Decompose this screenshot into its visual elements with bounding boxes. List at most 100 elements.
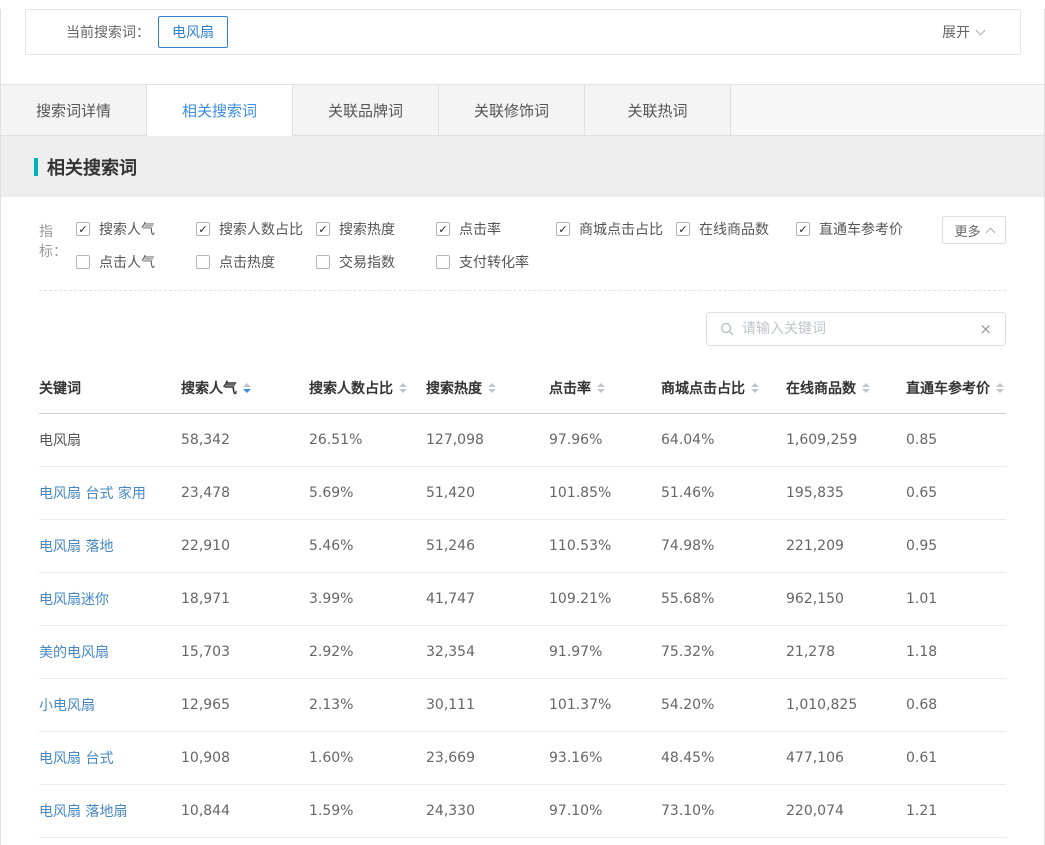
table-header: 关键词 搜索人气 搜索人数占比 搜索热度 点击率 商城点击占比 在 xyxy=(39,365,1006,414)
metric-checkbox-item[interactable]: ✓ 商城点击占比 xyxy=(556,219,676,239)
value-cell: 48.45% xyxy=(661,750,786,766)
filters-rows: ✓ 搜索人气 ✓ 搜索人数占比 ✓ 搜索热度 ✓ 点击率 ✓ 商城点击占比 ✓ … xyxy=(76,219,1006,285)
value-cell: 75.32% xyxy=(661,644,786,660)
table-row: 电风扇 58,34226.51%127,09897.96%64.04%1,609,… xyxy=(39,414,1006,467)
checkbox xyxy=(196,255,210,269)
metric-checkbox-item[interactable]: ✓ 在线商品数 xyxy=(676,219,796,239)
tab-1[interactable]: 相关搜索词 xyxy=(147,85,293,136)
column-header-label: 搜索热度 xyxy=(426,378,482,398)
checkbox-label: 点击率 xyxy=(459,219,501,239)
keyword-link[interactable]: 电风扇 落地 xyxy=(39,539,113,555)
value-cell: 26.51% xyxy=(309,432,426,448)
metric-checkbox-item[interactable]: ✓ 搜索人气 xyxy=(76,219,196,239)
metric-checkbox-item[interactable]: ✓ 搜索热度 xyxy=(316,219,436,239)
search-input[interactable] xyxy=(742,321,973,337)
expand-toggle[interactable]: 展开 xyxy=(942,22,984,42)
checkbox xyxy=(76,255,90,269)
value-cell: 5.46% xyxy=(309,538,426,554)
value-cell: 64.04% xyxy=(661,432,786,448)
checkbox: ✓ xyxy=(796,222,810,236)
sort-icon xyxy=(399,383,407,393)
value-cell: 10,844 xyxy=(181,803,309,819)
metric-checkbox-item[interactable]: ✓ 搜索人数占比 xyxy=(196,219,316,239)
expand-label: 展开 xyxy=(942,22,970,42)
more-button[interactable]: 更多 xyxy=(942,216,1006,244)
value-cell: 1.60% xyxy=(309,750,426,766)
keyword-link[interactable]: 美的电风扇 xyxy=(39,645,109,661)
keyword-link[interactable]: 小电风扇 xyxy=(39,698,95,714)
keyword-cell: 美的电风扇 xyxy=(39,642,181,662)
keyword-link[interactable]: 电风扇迷你 xyxy=(39,592,109,608)
keyword-cell: 电风扇 台式 xyxy=(39,748,181,768)
sort-caret-down-icon xyxy=(243,389,251,393)
divider xyxy=(39,290,1006,291)
value-cell: 3.99% xyxy=(309,591,426,607)
sort-icon xyxy=(862,383,870,393)
value-cell: 97.96% xyxy=(549,432,661,448)
metric-checkbox-item[interactable]: ✓ 直通车参考价 xyxy=(796,219,916,239)
value-cell: 51.46% xyxy=(661,485,786,501)
keyword-link[interactable]: 电风扇 台式 xyxy=(39,751,113,767)
search-row: × xyxy=(39,312,1006,346)
tab-4[interactable]: 关联热词 xyxy=(585,85,731,136)
value-cell: 0.95 xyxy=(906,538,1006,554)
column-header-4[interactable]: 点击率 xyxy=(549,378,661,398)
value-cell: 962,150 xyxy=(786,591,906,607)
tab-3[interactable]: 关联修饰词 xyxy=(439,85,585,136)
metric-checkbox-item[interactable]: ✓ 点击率 xyxy=(436,219,556,239)
value-cell: 51,246 xyxy=(426,538,549,554)
value-cell: 0.61 xyxy=(906,750,1006,766)
page: 当前搜索词： 电风扇 展开 搜索词详情相关搜索词关联品牌词关联修饰词关联热词 相… xyxy=(0,9,1045,845)
value-cell: 110.53% xyxy=(549,538,661,554)
metric-checkbox-item[interactable]: 点击人气 xyxy=(76,252,196,272)
value-cell: 109.21% xyxy=(549,591,661,607)
column-header-2[interactable]: 搜索人数占比 xyxy=(309,378,426,398)
current-search-bar: 当前搜索词： 电风扇 展开 xyxy=(25,9,1021,55)
column-header-6[interactable]: 在线商品数 xyxy=(786,378,906,398)
sort-caret-down-icon xyxy=(488,389,496,393)
current-term-tag[interactable]: 电风扇 xyxy=(158,16,228,48)
column-header-3[interactable]: 搜索热度 xyxy=(426,378,549,398)
table-row: 小电风扇12,9652.13%30,111101.37%54.20%1,010,… xyxy=(39,679,1006,732)
content: 指标： ✓ 搜索人气 ✓ 搜索人数占比 ✓ 搜索热度 ✓ 点击率 ✓ 商城点击占… xyxy=(1,197,1044,838)
value-cell: 127,098 xyxy=(426,432,549,448)
checkbox-label: 商城点击占比 xyxy=(579,219,663,239)
checkbox-label: 直通车参考价 xyxy=(819,219,903,239)
value-cell: 1,609,259 xyxy=(786,432,906,448)
table-row: 美的电风扇15,7032.92%32,35491.97%75.32%21,278… xyxy=(39,626,1006,679)
checkbox xyxy=(436,255,450,269)
sort-caret-up-icon xyxy=(751,383,759,387)
tab-label: 搜索词详情 xyxy=(36,100,111,121)
tab-2[interactable]: 关联品牌词 xyxy=(293,85,439,136)
checkbox: ✓ xyxy=(676,222,690,236)
metric-checkbox-item[interactable]: 点击热度 xyxy=(196,252,316,272)
column-header-7[interactable]: 直通车参考价 xyxy=(906,378,1006,398)
metric-checkbox-item[interactable]: 支付转化率 xyxy=(436,252,556,272)
checkbox-label: 搜索人数占比 xyxy=(219,219,303,239)
value-cell: 24,330 xyxy=(426,803,549,819)
keyword-link[interactable]: 电风扇 落地扇 xyxy=(39,804,127,820)
value-cell: 51,420 xyxy=(426,485,549,501)
checkbox-label: 点击人气 xyxy=(99,252,155,272)
tab-0[interactable]: 搜索词详情 xyxy=(1,85,147,136)
keyword-text: 电风扇 xyxy=(39,433,81,449)
checkbox-label: 在线商品数 xyxy=(699,219,769,239)
value-cell: 58,342 xyxy=(181,432,309,448)
table-row: 电风扇迷你18,9713.99%41,747109.21%55.68%962,1… xyxy=(39,573,1006,626)
keyword-cell: 小电风扇 xyxy=(39,695,181,715)
keyword-link[interactable]: 电风扇 台式 家用 xyxy=(39,486,146,502)
filters-row-1: ✓ 搜索人气 ✓ 搜索人数占比 ✓ 搜索热度 ✓ 点击率 ✓ 商城点击占比 ✓ … xyxy=(76,219,1006,239)
value-cell: 2.92% xyxy=(309,644,426,660)
column-header-1[interactable]: 搜索人气 xyxy=(181,378,309,398)
metric-checkbox-item[interactable]: 交易指数 xyxy=(316,252,436,272)
table-body: 电风扇 58,34226.51%127,09897.96%64.04%1,609,… xyxy=(39,414,1006,838)
sort-icon xyxy=(488,383,496,393)
value-cell: 221,209 xyxy=(786,538,906,554)
column-header-5[interactable]: 商城点击占比 xyxy=(661,378,786,398)
value-cell: 0.85 xyxy=(906,432,1006,448)
value-cell: 93.16% xyxy=(549,750,661,766)
value-cell: 97.10% xyxy=(549,803,661,819)
checkbox-label: 支付转化率 xyxy=(459,252,529,272)
clear-icon[interactable]: × xyxy=(973,322,992,337)
value-cell: 23,669 xyxy=(426,750,549,766)
